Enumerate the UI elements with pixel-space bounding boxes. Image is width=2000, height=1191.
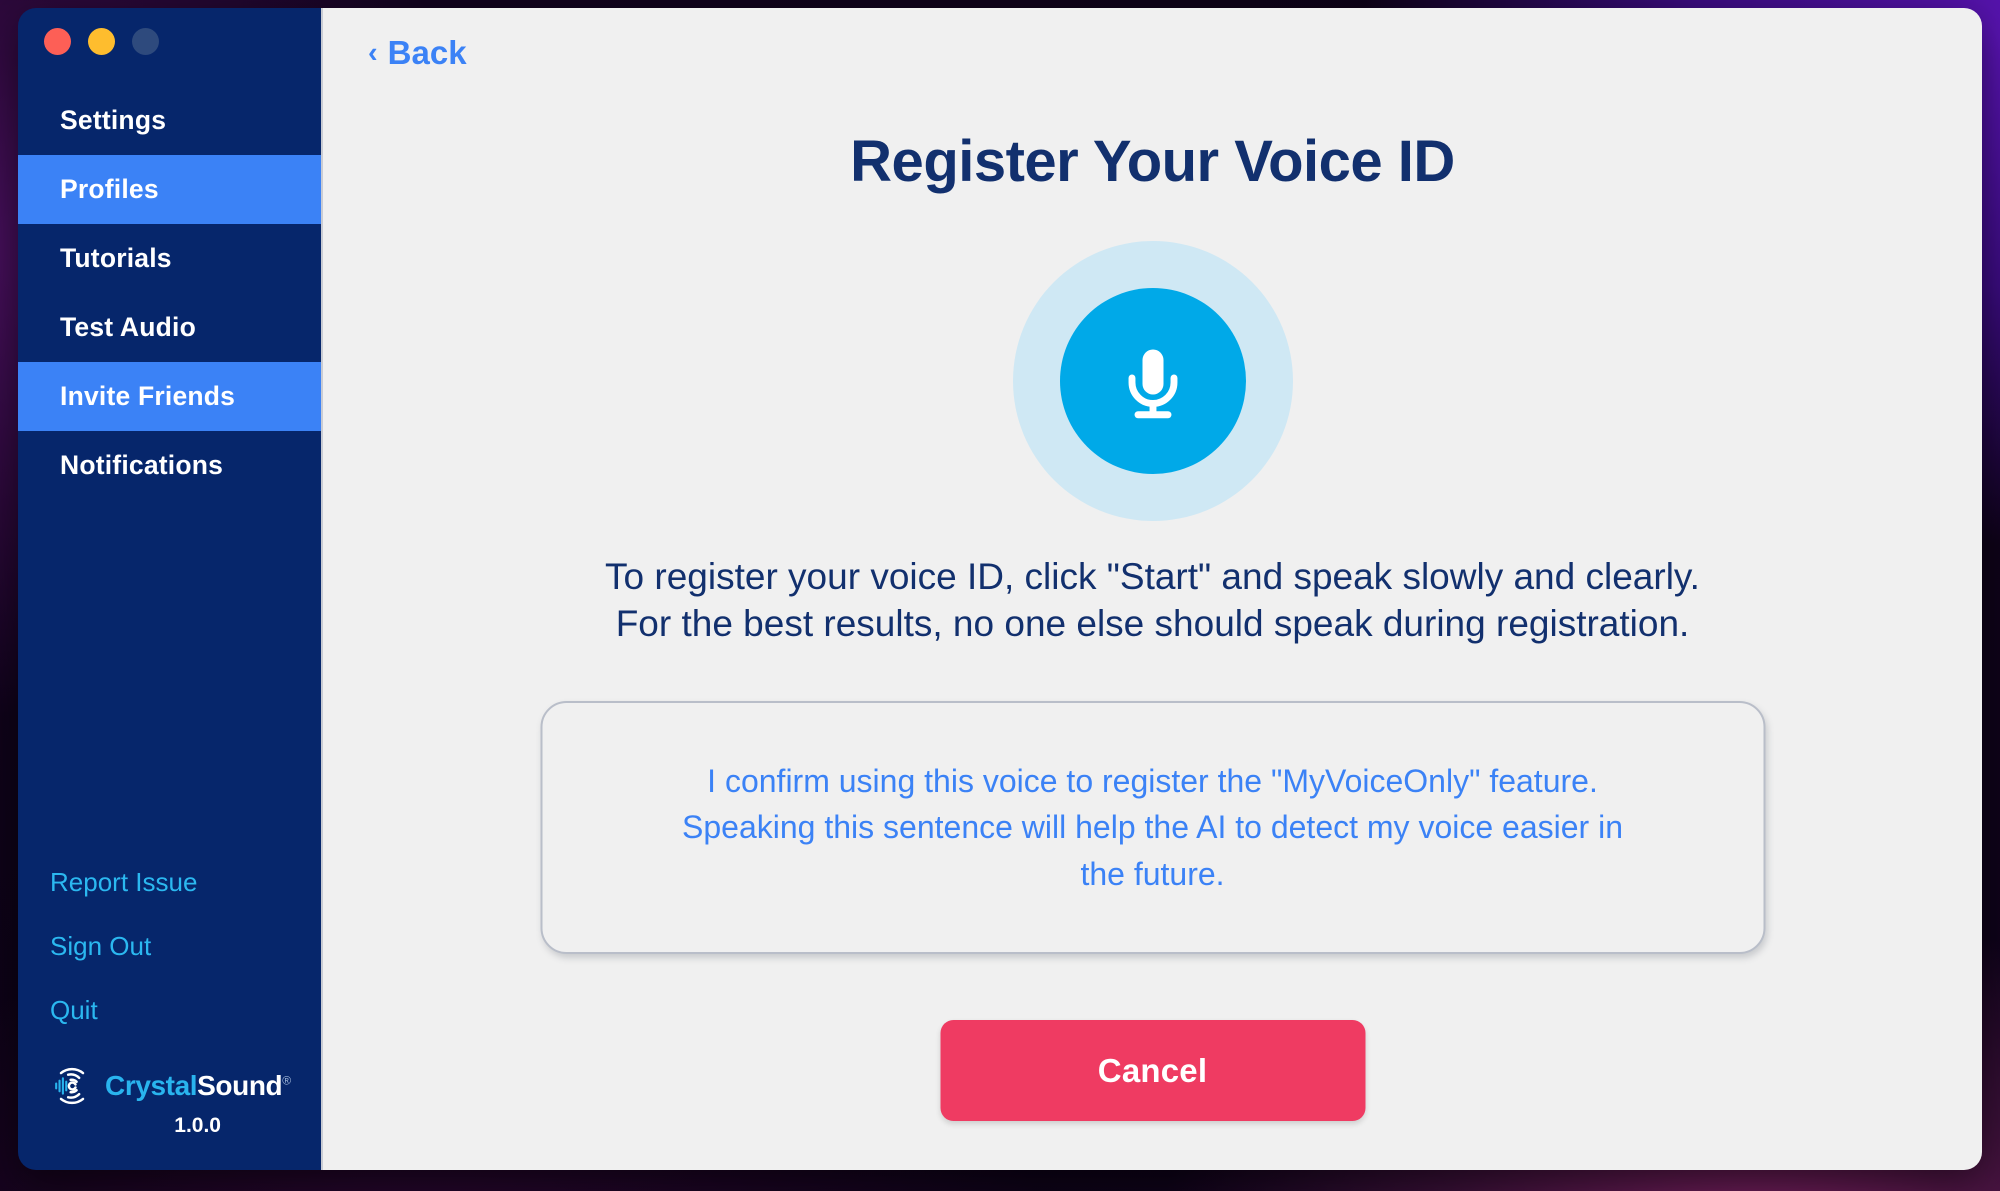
crystalsound-logo-icon bbox=[49, 1063, 95, 1109]
brand-name-part1: Crystal bbox=[105, 1070, 198, 1101]
microphone-badge bbox=[1012, 241, 1293, 521]
registered-trademark-icon: ® bbox=[282, 1073, 291, 1088]
sidebar-item-label: Profiles bbox=[60, 174, 159, 204]
instructions-line-1: To register your voice ID, click "Start"… bbox=[605, 556, 1700, 597]
cancel-button[interactable]: Cancel bbox=[940, 1020, 1365, 1121]
confirmation-sentence-text: I confirm using this voice to register t… bbox=[624, 758, 1681, 897]
sidebar-item-label: Test Audio bbox=[60, 312, 196, 342]
sidebar-item-label: Invite Friends bbox=[60, 381, 236, 411]
sidebar-item-settings[interactable]: Settings bbox=[18, 86, 321, 155]
confirmation-line-2: Speaking this sentence will help the AI … bbox=[682, 809, 1623, 846]
close-window-button[interactable] bbox=[44, 28, 71, 55]
sidebar-item-invite-friends[interactable]: Invite Friends bbox=[18, 362, 321, 431]
instructions-line-2: For the best results, no one else should… bbox=[615, 603, 1690, 645]
sidebar-item-notifications[interactable]: Notifications bbox=[18, 431, 321, 500]
back-button[interactable]: ‹ Back bbox=[368, 34, 467, 72]
app-window: Settings Profiles Tutorials Test Audio I… bbox=[18, 8, 1982, 1170]
brand-wordmark: CrystalSound® bbox=[105, 1070, 291, 1102]
sidebar-nav: Settings Profiles Tutorials Test Audio I… bbox=[18, 86, 321, 500]
instructions-text: To register your voice ID, click "Start"… bbox=[323, 553, 1982, 648]
report-issue-link[interactable]: Report Issue bbox=[50, 869, 197, 895]
sidebar-item-tutorials[interactable]: Tutorials bbox=[18, 224, 321, 293]
back-button-label: Back bbox=[387, 34, 467, 71]
sidebar-item-label: Settings bbox=[60, 105, 167, 135]
window-controls bbox=[18, 8, 321, 86]
confirmation-sentence-card: I confirm using this voice to register t… bbox=[540, 701, 1765, 954]
quit-link[interactable]: Quit bbox=[50, 997, 98, 1023]
sidebar-item-profiles[interactable]: Profiles bbox=[18, 155, 321, 224]
confirmation-line-3: the future. bbox=[1080, 855, 1225, 892]
page-title: Register Your Voice ID bbox=[850, 129, 1455, 194]
maximize-window-button[interactable] bbox=[132, 28, 159, 55]
content-pane: ‹ Back Register Your Voice ID To registe… bbox=[321, 8, 1982, 1170]
sidebar-item-test-audio[interactable]: Test Audio bbox=[18, 293, 321, 362]
sidebar-item-label: Tutorials bbox=[60, 243, 172, 273]
confirmation-line-1: I confirm using this voice to register t… bbox=[707, 762, 1598, 799]
sidebar-footer-links: Report Issue Sign Out Quit bbox=[18, 869, 321, 1061]
sign-out-link[interactable]: Sign Out bbox=[50, 933, 151, 959]
brand-lockup: CrystalSound® bbox=[18, 1063, 321, 1109]
minimize-window-button[interactable] bbox=[88, 28, 115, 55]
sidebar-item-label: Notifications bbox=[60, 450, 224, 480]
chevron-left-icon: ‹ bbox=[368, 36, 378, 69]
brand-name-part2: Sound bbox=[197, 1070, 283, 1101]
microphone-icon bbox=[1059, 288, 1246, 474]
sidebar: Settings Profiles Tutorials Test Audio I… bbox=[18, 8, 321, 1170]
app-version: 1.0.0 bbox=[174, 1114, 221, 1137]
